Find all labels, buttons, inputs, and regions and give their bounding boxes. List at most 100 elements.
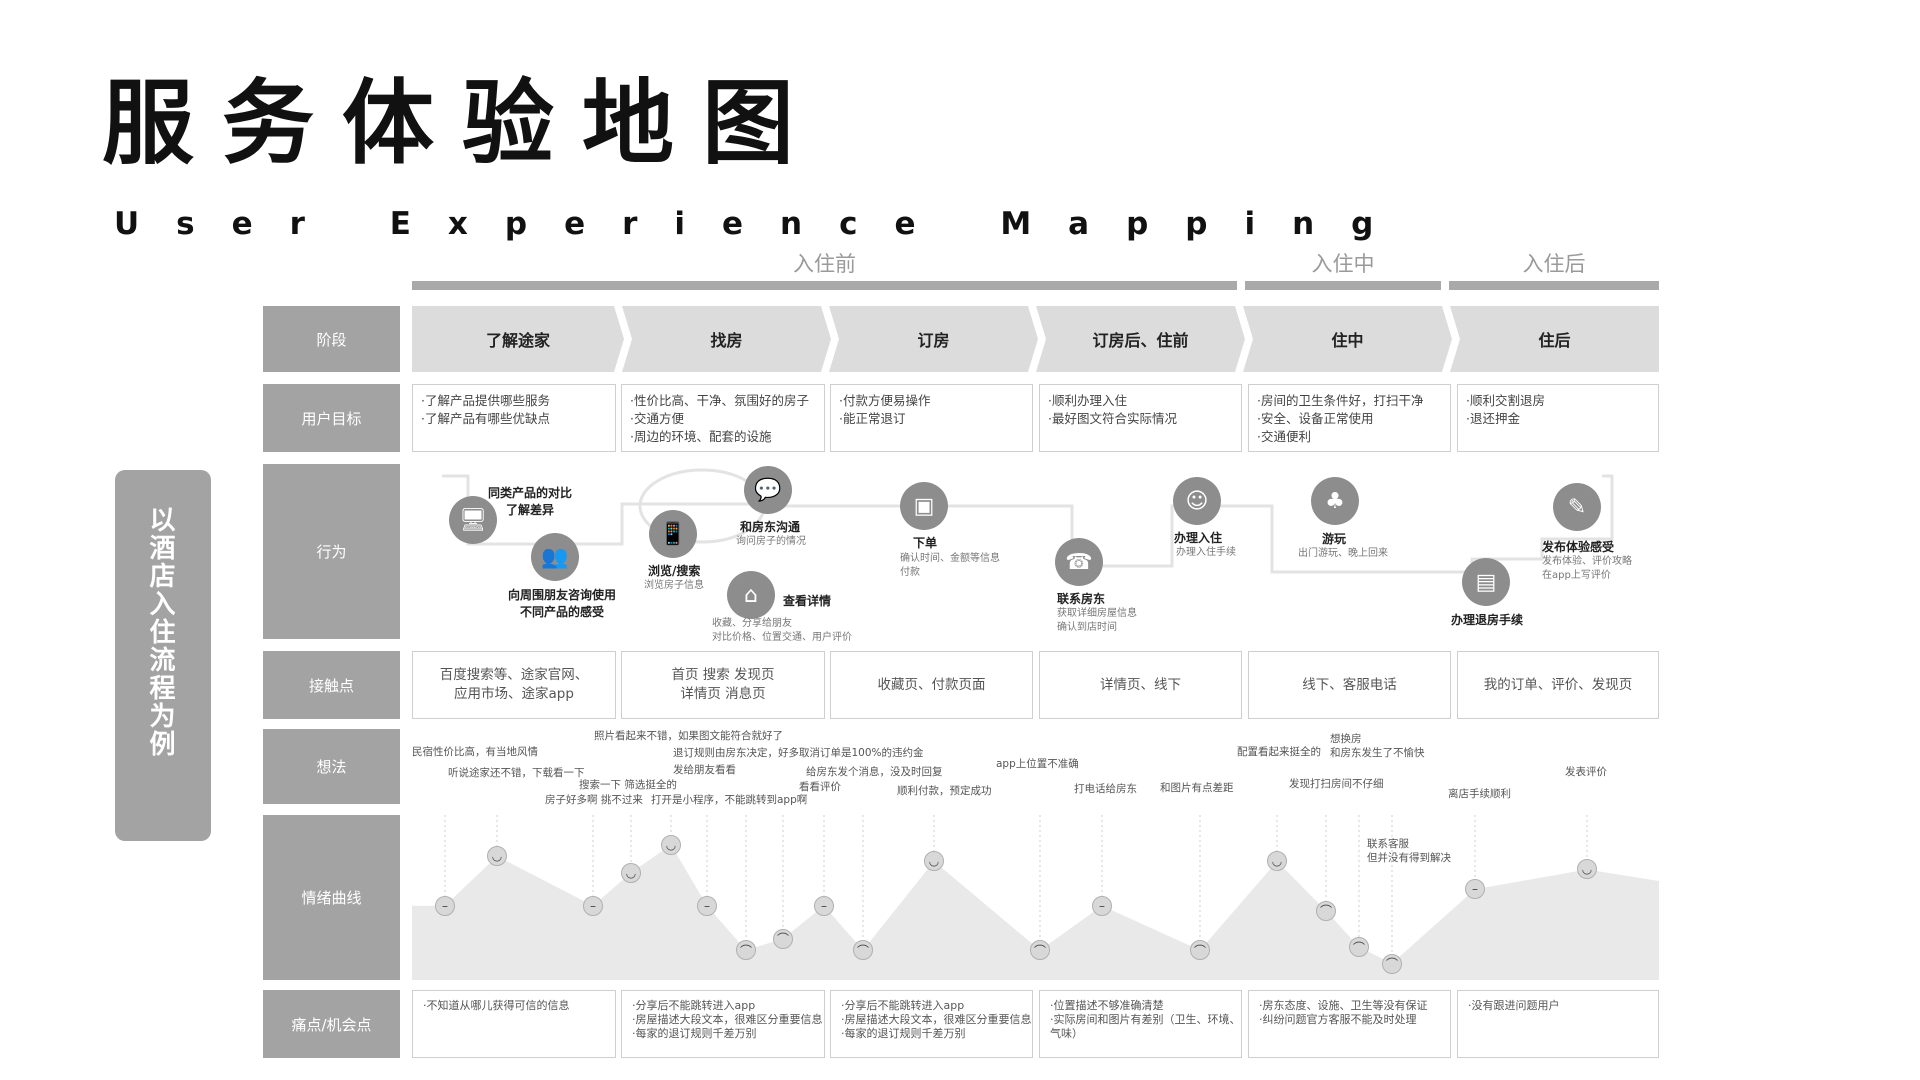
emotion-face-sad: ⌒ <box>1382 953 1402 974</box>
emotion-face-neutral: – <box>814 895 834 916</box>
thought-text: 离店手续顺利 <box>1448 788 1511 800</box>
pain-point-box: ·房东态度、设施、卫生等没有保证 ·纠纷问题官方客服不能及时处理 <box>1248 990 1451 1058</box>
touchpoint-box: 收藏页、付款页面 <box>830 651 1033 719</box>
luggage-icon: ▤ <box>1462 558 1510 606</box>
row-label-thoughts: 想法 <box>263 729 400 804</box>
goal-item: ·能正常退订 <box>839 411 906 426</box>
row-label-touchpoints: 接触点 <box>263 651 400 719</box>
edit-icon: ✎ <box>1553 483 1601 531</box>
goal-item: ·交通便利 <box>1257 429 1311 444</box>
goal-item: ·周边的环境、配套的设施 <box>630 429 772 444</box>
action-desc: 办理入住手续 <box>1176 547 1236 558</box>
thought-text: 搜索一下 筛选挺全的 <box>579 779 677 791</box>
action-title: 同类产品的对比 了解差异 <box>488 486 573 517</box>
stage-after-stay: 住后 <box>1450 306 1659 372</box>
goal-item: ·房间的卫生条件好，打扫干净 <box>1257 393 1424 408</box>
action-desc: 询问房子的情况 <box>736 536 806 547</box>
emotion-face-sad: ⌒ <box>1349 937 1369 957</box>
action-title: 联系房东 <box>1057 592 1106 606</box>
action-desc: 出门游玩、晚上回来 <box>1298 548 1388 559</box>
action-title: 下单 <box>913 536 938 550</box>
action-desc: 发布体验、评价攻略 在app上写评价 <box>1542 556 1632 581</box>
thought-text: app上位置不准确 <box>996 758 1079 770</box>
thought-text: 配置看起来挺全的 <box>1237 746 1321 758</box>
side-tag: 以酒店入住流程为例 <box>115 470 211 841</box>
thought-text: 看看评价 <box>799 781 841 793</box>
stage-learn: 了解途家 <box>412 306 624 372</box>
goal-box: ·顺利交割退房 ·退还押金 <box>1457 384 1659 452</box>
emotion-face-neutral: – <box>1092 895 1112 916</box>
phase-label-after: 入住后 <box>1522 252 1586 276</box>
action-title: 浏览/搜索 <box>648 564 701 578</box>
thought-text: 给房东发个消息，没及时回复 <box>806 766 943 778</box>
touchpoint-box: 线下、客服电话 <box>1248 651 1451 719</box>
phase-bar-during <box>1245 281 1441 290</box>
goal-item: ·性价比高、干净、氛围好的房子 <box>630 393 809 408</box>
thought-text: 想换房 <box>1330 733 1362 745</box>
row-label-stage: 阶段 <box>263 306 400 372</box>
goal-box: ·付款方便易操作 ·能正常退订 <box>830 384 1033 452</box>
thought-text: 发现打扫房间不仔细 <box>1289 778 1384 790</box>
side-tag-text: 以酒店入住流程为例 <box>145 506 175 758</box>
thought-text: 打开是小程序，不能跳转到app啊 <box>651 794 808 806</box>
action-desc: 获取详细房屋信息 确认到店时间 <box>1057 608 1137 633</box>
goal-box: ·房间的卫生条件好，打扫干净 ·安全、设备正常使用 ·交通便利 <box>1248 384 1451 452</box>
page-subtitle: User Experience Mapping <box>114 206 1411 242</box>
emotion-face-happy: ◡ <box>661 834 681 855</box>
emotion-face-neutral: – <box>583 895 603 916</box>
page-title: 服务体验地图 <box>102 70 823 177</box>
chat-icon: 💬 <box>744 466 792 514</box>
action-desc: 收藏、分享给朋友 对比价格、位置交通、用户评价 <box>712 618 852 643</box>
thought-text: 房子好多啊 挑不过来 <box>545 794 643 806</box>
action-desc: 确认时间、金额等信息 付款 <box>900 553 1000 578</box>
thought-text: 和房东发生了不愉快 <box>1330 747 1425 759</box>
checkin-icon: ☺ <box>1173 477 1221 525</box>
stage-after-booking: 订房后、住前 <box>1036 306 1245 372</box>
phase-bar-before <box>412 281 1237 290</box>
pain-point-box: ·不知道从哪儿获得可信的信息 <box>412 990 616 1058</box>
palm-tree-icon: ♣ <box>1311 477 1359 525</box>
thought-text: 民宿性价比高，有当地风情 <box>412 746 538 758</box>
home-icon: ⌂ <box>727 571 775 619</box>
row-label-pain-points: 痛点/机会点 <box>263 990 400 1058</box>
thought-text: 听说途家还不错，下载看一下 <box>448 767 585 779</box>
goal-item: ·了解产品提供哪些服务 <box>421 393 550 408</box>
row-label-goals: 用户目标 <box>263 384 400 452</box>
telephone-icon: ☎ <box>1055 538 1103 586</box>
row-label-actions: 行为 <box>263 464 400 639</box>
stage-book: 订房 <box>829 306 1038 372</box>
goal-item: ·顺利交割退房 <box>1466 393 1545 408</box>
pain-point-box: ·位置描述不够准确清楚 ·实际房间和图片有差别（卫生、环境、 气味） <box>1039 990 1242 1058</box>
goal-item: ·顺利办理入住 <box>1048 393 1127 408</box>
thought-text: 打电话给房东 <box>1074 783 1137 795</box>
action-title: 向周围朋友咨询使用 不同产品的感受 <box>508 588 617 619</box>
emotion-face-neutral: – <box>697 895 717 916</box>
pain-point-box: ·没有跟进问题用户 <box>1457 990 1659 1058</box>
thought-text: 发表评价 <box>1565 766 1607 778</box>
emotion-face-happy: ◡ <box>621 862 641 883</box>
goal-item: ·最好图文符合实际情况 <box>1048 411 1177 426</box>
goal-item: ·退还押金 <box>1466 411 1520 426</box>
action-title: 发布体验感受 <box>1542 540 1615 554</box>
action-title: 和房东沟通 <box>740 520 801 534</box>
emotion-face-sad: ⌒ <box>1316 900 1336 921</box>
goal-item: ·安全、设备正常使用 <box>1257 411 1374 426</box>
touchpoint-box: 百度搜索等、途家官网、 应用市场、途家app <box>412 651 616 719</box>
phase-bar-after <box>1449 281 1659 290</box>
thought-text: 发给朋友看看 <box>673 764 736 776</box>
touchpoint-box: 首页 搜索 发现页 详情页 消息页 <box>621 651 825 719</box>
row-label-emotion: 情绪曲线 <box>263 815 400 980</box>
touchpoint-box: 详情页、线下 <box>1039 651 1242 719</box>
action-title: 办理退房手续 <box>1451 613 1524 627</box>
phase-label-before: 入住前 <box>793 252 856 276</box>
goal-box: ·顺利办理入住 ·最好图文符合实际情况 <box>1039 384 1242 452</box>
goal-item: ·付款方便易操作 <box>839 393 931 408</box>
emotion-face-neutral: – <box>435 895 455 916</box>
stage-during-stay: 住中 <box>1243 306 1452 372</box>
goal-item: ·了解产品有哪些优缺点 <box>421 411 550 426</box>
people-icon: 👥 <box>531 533 579 581</box>
action-title: 查看详情 <box>783 594 832 608</box>
thought-text: 和图片有点差距 <box>1160 782 1234 794</box>
thought-text: 顺利付款，预定成功 <box>897 785 992 797</box>
goal-box: ·性价比高、干净、氛围好的房子 ·交通方便 ·周边的环境、配套的设施 <box>621 384 825 452</box>
